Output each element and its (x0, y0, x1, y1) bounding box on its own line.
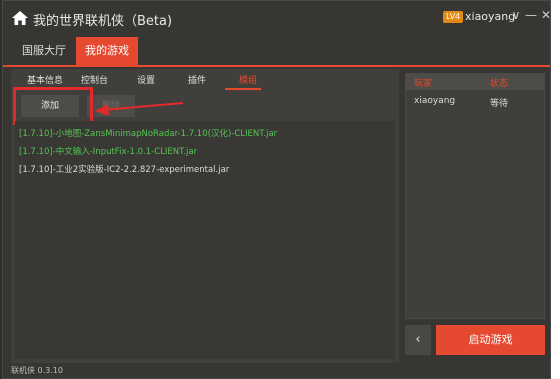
mods-panel: 基本信息 控制台 设置 插件 模组 添加 删除 [1.7.10]-小地图-Zan… (11, 69, 399, 363)
title-bar: 我的世界联机侠（Beta) LV4 xiaoyang ∨ — ✕ (3, 1, 553, 37)
minimize-button[interactable]: — (524, 7, 538, 23)
level-badge: LV4 (443, 11, 464, 23)
tab-my-games[interactable]: 我的游戏 (76, 37, 138, 65)
player-name: xiaoyang (414, 96, 456, 106)
start-game-button[interactable]: 启动游戏 (436, 325, 545, 355)
close-button[interactable]: ✕ (539, 7, 553, 23)
main-tabs: 国服大厅 我的游戏 (3, 37, 550, 67)
back-button[interactable]: ‹ (405, 325, 431, 355)
player-status: 等待 (490, 99, 509, 109)
home-icon[interactable] (11, 9, 29, 27)
player-list-header: 玩家 状态 (406, 74, 544, 90)
mod-item[interactable]: [1.7.10]-工业2实验版-IC2-2.2.827-experimental… (19, 163, 229, 175)
annotation-arrow-icon (95, 102, 184, 116)
version-label: 联机侠 0.3.10 (11, 366, 63, 375)
tab-lobby[interactable]: 国服大厅 (13, 37, 75, 65)
app-title: 我的世界联机侠（Beta) (33, 14, 173, 29)
dropdown-chevron-icon[interactable]: ∨ (509, 7, 523, 23)
app-window: 我的世界联机侠（Beta) LV4 xiaoyang ∨ — ✕ 国服大厅 我的… (2, 0, 551, 379)
player-column-header: 玩家 (414, 79, 433, 89)
player-list-panel: 玩家 状态 xiaoyang 等待 (405, 73, 545, 319)
username[interactable]: xiaoyang (465, 10, 515, 23)
mod-list: [1.7.10]-小地图-ZansMinimapNoRadar-1.7.10(汉… (15, 121, 395, 359)
mod-item[interactable]: [1.7.10]-小地图-ZansMinimapNoRadar-1.7.10(汉… (19, 127, 277, 139)
status-column-header: 状态 (490, 79, 509, 89)
mod-item[interactable]: [1.7.10]-中文输入-InputFix-1.0.1-CLIENT.jar (19, 145, 197, 157)
